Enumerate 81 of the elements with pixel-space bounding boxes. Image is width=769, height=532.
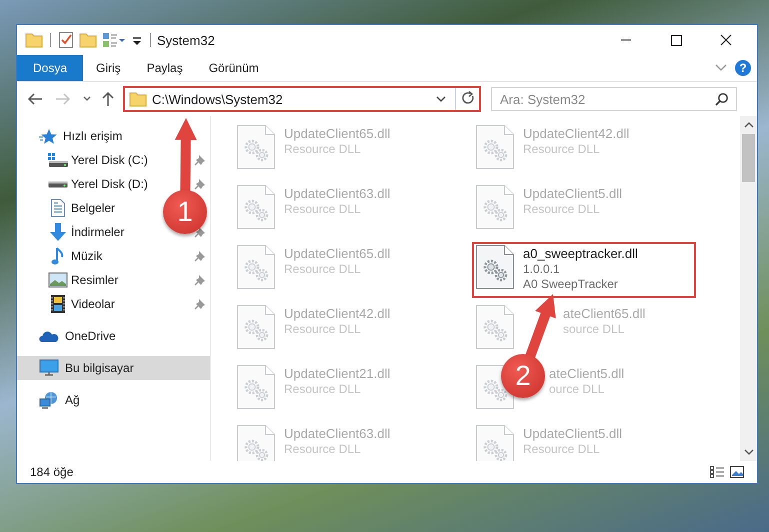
file-detail: source DLL bbox=[563, 322, 626, 337]
file-detail: ource DLL bbox=[549, 382, 606, 397]
item-count: 184 öğe bbox=[30, 465, 74, 479]
pin-icon[interactable] bbox=[194, 154, 206, 166]
sidebar-item[interactable]: OneDrive bbox=[17, 324, 210, 348]
ribbon-tab[interactable]: Giriş bbox=[83, 55, 134, 81]
file-name: UpdateClient65.dll bbox=[284, 246, 390, 262]
file-name: UpdateClient63.dll bbox=[284, 186, 390, 202]
scroll-up-icon[interactable] bbox=[744, 122, 754, 128]
cloud-icon bbox=[39, 329, 59, 343]
drive-icon bbox=[48, 180, 68, 188]
address-field[interactable]: C:\Windows\System32 bbox=[123, 86, 481, 112]
pin-icon[interactable] bbox=[194, 250, 206, 262]
sidebar-item[interactable]: İndirmeler bbox=[47, 220, 128, 244]
file-name: UpdateClient63.dll bbox=[284, 426, 390, 442]
tiles-view-icon[interactable] bbox=[729, 465, 745, 479]
details-view-icon[interactable] bbox=[709, 465, 725, 479]
picture-icon bbox=[48, 272, 68, 288]
file-detail: Resource DLL bbox=[284, 262, 362, 277]
ribbon-tab[interactable]: Dosya bbox=[17, 55, 84, 81]
file-detail: Resource DLL bbox=[523, 142, 601, 157]
file-detail: 1.0.0.1 bbox=[523, 262, 561, 277]
file-name: UpdateClient5.dll bbox=[523, 186, 622, 202]
network-icon bbox=[39, 391, 59, 409]
ribbon-tab[interactable]: Paylaş bbox=[134, 55, 196, 81]
sidebar-item[interactable]: Hızlı erişim bbox=[17, 124, 210, 148]
window-title: System32 bbox=[157, 32, 216, 48]
ribbon-tab[interactable]: Görünüm bbox=[196, 55, 272, 81]
folder-icon[interactable] bbox=[25, 31, 43, 49]
sidebar-item[interactable]: Videolar bbox=[47, 292, 119, 316]
sidebar-item[interactable]: Yerel Disk (C:) bbox=[47, 148, 152, 172]
file-name: a0_sweeptracker.dll bbox=[523, 246, 638, 262]
folder-icon bbox=[129, 90, 147, 108]
back-arrow-icon[interactable] bbox=[27, 92, 43, 106]
sidebar-item[interactable]: Resimler bbox=[47, 268, 122, 292]
checklist-icon[interactable] bbox=[58, 31, 74, 49]
pin-icon[interactable] bbox=[194, 178, 206, 190]
monitor-icon bbox=[39, 359, 59, 377]
file-name: UpdateClient65.dll bbox=[284, 126, 390, 142]
up-arrow-icon[interactable] bbox=[101, 91, 115, 107]
help-button[interactable]: ? bbox=[735, 60, 751, 76]
pin-icon[interactable] bbox=[194, 298, 206, 310]
sidebar-item[interactable]: Yerel Disk (D:) bbox=[47, 172, 152, 196]
pin-icon[interactable] bbox=[194, 274, 206, 286]
caret-icon[interactable] bbox=[83, 96, 91, 102]
pin-icon[interactable] bbox=[194, 226, 206, 238]
scrollbar-thumb[interactable] bbox=[742, 134, 755, 182]
chevron-down-icon[interactable] bbox=[715, 64, 727, 72]
sidebar-item[interactable]: Bu bilgisayar bbox=[17, 356, 210, 380]
file-detail: Resource DLL bbox=[284, 382, 362, 397]
file-name: UpdateClient21.dll bbox=[284, 366, 390, 382]
sidebar-item[interactable]: Müzik bbox=[47, 244, 106, 268]
file-detail: Resource DLL bbox=[284, 202, 362, 217]
file-name: UpdateClient42.dll bbox=[523, 126, 630, 142]
sidebar-item[interactable]: Ağ bbox=[17, 388, 210, 412]
file-name: ateClient5.dll bbox=[549, 366, 624, 382]
scrollbar[interactable] bbox=[740, 116, 757, 461]
file-name: UpdateClient5.dll bbox=[523, 426, 622, 442]
download-icon bbox=[48, 222, 68, 242]
dll-file-icon[interactable] bbox=[475, 244, 515, 290]
music-note-icon bbox=[51, 246, 65, 266]
file-item[interactable]: a0_sweeptracker.dll 1.0.0.1 A0 SweepTracker bbox=[472, 242, 696, 298]
dropdown-caret-icon[interactable] bbox=[436, 96, 446, 102]
file-detail: Resource DLL bbox=[284, 442, 362, 457]
file-detail: A0 SweepTracker bbox=[523, 277, 619, 292]
scroll-down-icon[interactable] bbox=[744, 449, 754, 455]
film-icon bbox=[50, 294, 66, 314]
file-detail: Resource DLL bbox=[284, 322, 362, 337]
file-name: ateClient65.dll bbox=[563, 306, 646, 322]
file-detail: Resource DLL bbox=[284, 142, 362, 157]
drive-icon bbox=[47, 152, 69, 168]
folder-icon[interactable] bbox=[79, 31, 97, 49]
file-name: UpdateClient42.dll bbox=[284, 306, 390, 322]
document-icon bbox=[50, 198, 66, 218]
file-detail: Resource DLL bbox=[523, 202, 601, 217]
search-icon[interactable] bbox=[715, 92, 729, 106]
file-detail: Resource DLL bbox=[523, 442, 601, 457]
search-field[interactable]: Ara: System32 bbox=[491, 87, 737, 111]
properties-icon[interactable] bbox=[102, 31, 126, 49]
sidebar-item[interactable]: Belgeler bbox=[47, 196, 120, 220]
star-icon bbox=[39, 128, 57, 144]
